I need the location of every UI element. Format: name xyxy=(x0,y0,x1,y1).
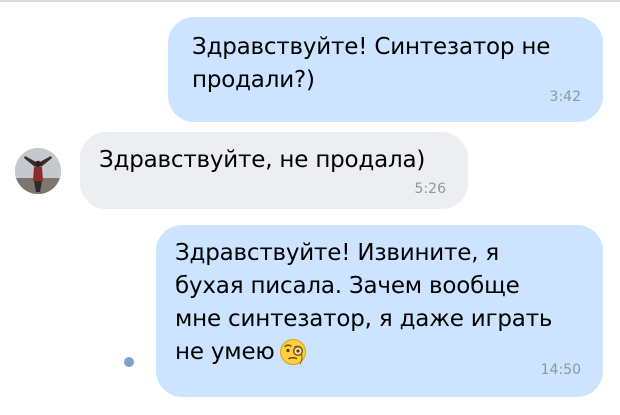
message-bubble-incoming[interactable]: Здравствуйте, не продала) 5:26 xyxy=(80,132,468,209)
message-timestamp: 5:26 xyxy=(414,181,446,197)
message-timestamp: 14:50 xyxy=(540,362,581,378)
message-text: Здравствуйте, не продала) xyxy=(99,147,426,173)
message-text: Здравствуйте! Синтезатор не продали?) xyxy=(192,34,551,93)
avatar[interactable] xyxy=(15,148,61,194)
top-divider xyxy=(0,0,620,2)
message-timestamp: 3:42 xyxy=(549,89,581,105)
message-bubble-outgoing[interactable]: Здравствуйте! Синтезатор не продали?) 3:… xyxy=(168,17,603,122)
avatar-photo-icon xyxy=(15,148,61,194)
unread-indicator xyxy=(124,357,134,367)
message-text-body: Здравствуйте! Извините, я бухая писала. … xyxy=(175,240,553,365)
message-text: Здравствуйте! Извините, я бухая писала. … xyxy=(175,237,595,376)
chat-screen: Здравствуйте! Синтезатор не продали?) 3:… xyxy=(0,0,620,415)
message-bubble-outgoing[interactable]: Здравствуйте! Извините, я бухая писала. … xyxy=(156,225,603,397)
monocle-face-icon xyxy=(279,338,307,376)
